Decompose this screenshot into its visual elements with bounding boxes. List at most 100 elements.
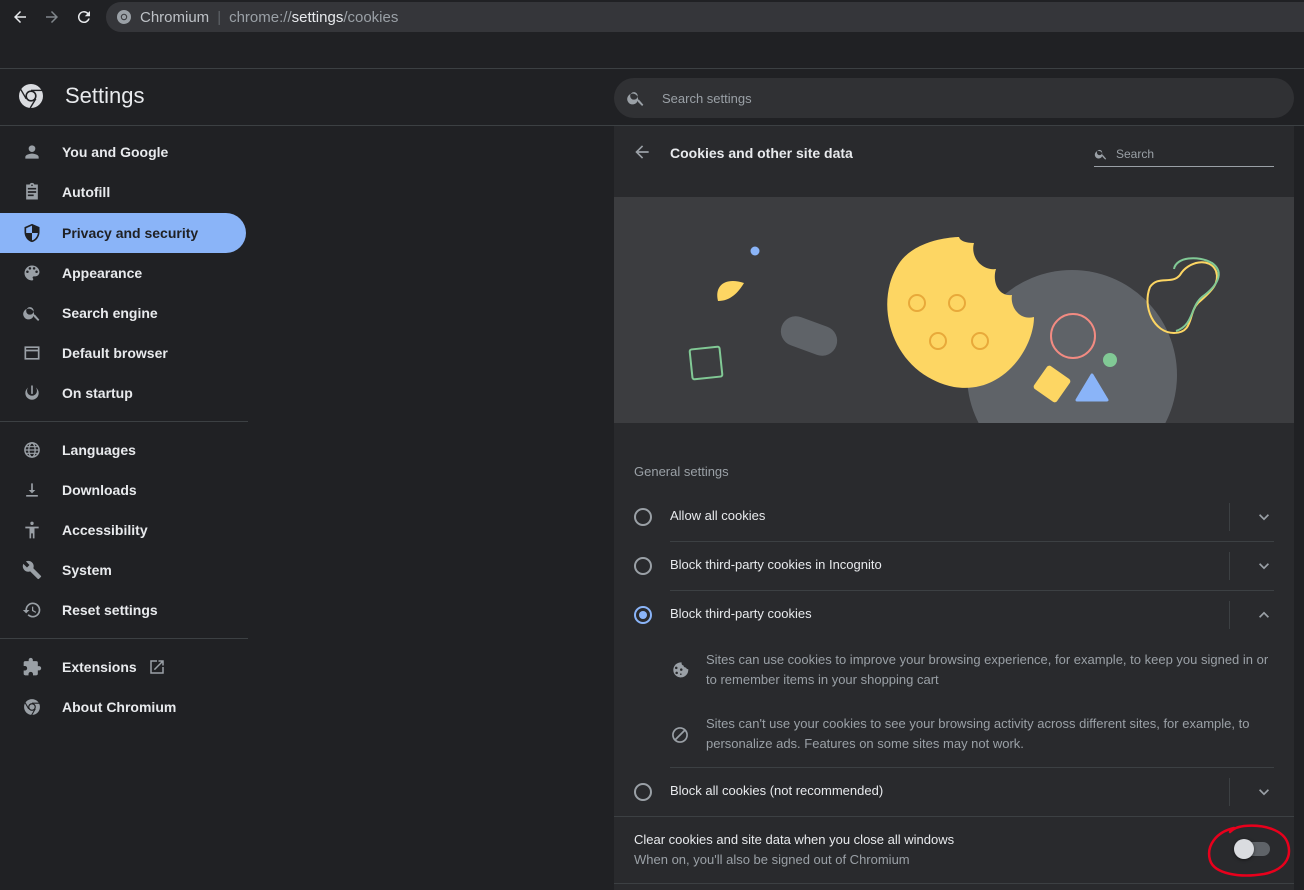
radio-button-selected[interactable] (634, 606, 652, 624)
illustration-gray-pill (780, 316, 838, 356)
card-bottom-border (614, 883, 1294, 884)
sidebar-item-label: Languages (62, 442, 136, 458)
sidebar-item-default-browser[interactable]: Default browser (0, 333, 246, 373)
wrench-icon (22, 560, 42, 580)
reload-button[interactable] (72, 5, 96, 29)
sidebar-item-label: About Chromium (62, 699, 177, 715)
sidebar-item-label: On startup (62, 385, 133, 401)
sidebar-item-label: Accessibility (62, 522, 148, 538)
option-detail-text: Sites can't use your cookies to see your… (706, 716, 1250, 751)
sidebar-item-accessibility[interactable]: Accessibility (0, 510, 246, 550)
sidebar-item-label: Privacy and security (62, 225, 199, 241)
download-icon (22, 480, 42, 500)
separator (1229, 552, 1230, 580)
sidebar-divider (0, 421, 248, 422)
sidebar-item-languages[interactable]: Languages (0, 430, 246, 470)
omnibox-separator: | (217, 8, 222, 26)
settings-header: Settings (0, 69, 1304, 126)
address-bar[interactable]: Chromium | chrome://settings/cookies (106, 2, 1304, 32)
sidebar-item-appearance[interactable]: Appearance (0, 253, 246, 293)
history-icon (22, 600, 42, 620)
settings-search-input[interactable] (660, 89, 1264, 107)
sidebar-item-about-chromium[interactable]: About Chromium (0, 687, 246, 727)
person-icon (22, 142, 42, 162)
separator (1229, 601, 1230, 629)
sidebar-item-extensions[interactable]: Extensions (0, 647, 246, 687)
sidebar-item-label: Reset settings (62, 602, 158, 618)
illustration-green-dot (1103, 353, 1117, 367)
radio-button[interactable] (634, 508, 652, 526)
chevron-down-icon[interactable] (1254, 507, 1274, 527)
clear-on-exit-row[interactable]: Clear cookies and site data when you clo… (614, 816, 1294, 885)
globe-icon (22, 440, 42, 460)
sidebar-item-label: Search engine (62, 305, 158, 321)
sidebar-divider (0, 638, 248, 639)
sidebar-item-search-engine[interactable]: Search engine (0, 293, 246, 333)
settings-search-box[interactable] (614, 78, 1294, 118)
search-icon (22, 303, 42, 323)
chromium-logo-icon (19, 84, 43, 109)
radio-button[interactable] (634, 783, 652, 801)
arrow-left-icon (14, 11, 26, 23)
chromium-icon (22, 697, 42, 717)
accessibility-icon (22, 520, 42, 540)
chevron-down-icon[interactable] (1254, 556, 1274, 576)
sidebar-item-label: Extensions (62, 659, 137, 675)
back-arrow-icon[interactable] (632, 142, 652, 162)
back-button[interactable] (8, 5, 32, 29)
sidebar: You and Google Autofill Privacy and secu… (0, 126, 248, 890)
cookies-settings-card: Cookies and other site data General sett… (614, 126, 1294, 890)
subpage-header: Cookies and other site data (614, 126, 1294, 180)
puzzle-icon (22, 657, 42, 677)
sidebar-item-privacy-and-security[interactable]: Privacy and security (0, 213, 246, 253)
illustration-green-square (688, 345, 724, 381)
shield-icon (22, 223, 42, 243)
sidebar-item-downloads[interactable]: Downloads (0, 470, 246, 510)
reload-icon (77, 11, 90, 24)
separator (1229, 778, 1230, 806)
clear-on-exit-subtitle: When on, you'll also be signed out of Ch… (634, 852, 910, 867)
illustration-green-blob (1173, 257, 1220, 332)
subpage-title: Cookies and other site data (670, 145, 853, 161)
cookie-option-block-third-party[interactable]: Block third-party cookies (634, 591, 1274, 639)
subpage-search[interactable] (1094, 142, 1274, 167)
illustration-yellow-leaf (717, 281, 744, 301)
open-in-new-icon (148, 658, 166, 676)
site-name: Chromium (140, 8, 210, 26)
page-title: Settings (65, 83, 145, 108)
cookie-option-allow-all[interactable]: Allow all cookies (634, 493, 1274, 541)
clear-on-exit-title: Clear cookies and site data when you clo… (634, 832, 955, 847)
chevron-up-icon[interactable] (1254, 605, 1274, 625)
illustration-cookie (887, 237, 1034, 388)
arrow-right-icon (46, 11, 58, 23)
cookies-illustration (614, 197, 1294, 423)
illustration-blue-dot (750, 246, 760, 256)
sidebar-item-label: Appearance (62, 265, 143, 281)
sidebar-item-label: Autofill (62, 184, 111, 200)
option-label: Block all cookies (not recommended) (670, 783, 884, 798)
radio-button[interactable] (634, 557, 652, 575)
clipboard-icon (22, 182, 42, 202)
sidebar-item-reset-settings[interactable]: Reset settings (0, 590, 246, 630)
sidebar-item-label: Default browser (62, 345, 168, 361)
sidebar-item-system[interactable]: System (0, 550, 246, 590)
chevron-down-icon[interactable] (1254, 782, 1274, 802)
url-text: chrome://settings/cookies (229, 8, 399, 26)
option-detail-text: Sites can use cookies to improve your br… (706, 652, 1269, 687)
sidebar-item-you-and-google[interactable]: You and Google (0, 132, 246, 172)
search-icon (1094, 149, 1107, 160)
sidebar-item-on-startup[interactable]: On startup (0, 373, 246, 413)
cookie-icon (673, 662, 689, 678)
separator (1229, 503, 1230, 531)
power-icon (22, 383, 42, 403)
cookie-option-block-third-party-incognito[interactable]: Block third-party cookies in Incognito (634, 542, 1274, 590)
forward-button[interactable] (40, 5, 64, 29)
section-heading: General settings (634, 464, 729, 479)
sidebar-item-label: System (62, 562, 112, 578)
sidebar-item-autofill[interactable]: Autofill (0, 172, 246, 212)
cookie-option-block-all[interactable]: Block all cookies (not recommended) (634, 768, 1274, 816)
option-label: Block third-party cookies (670, 606, 812, 621)
chromium-icon (117, 10, 131, 24)
subpage-search-input[interactable] (1114, 146, 1268, 162)
search-icon (627, 92, 644, 106)
